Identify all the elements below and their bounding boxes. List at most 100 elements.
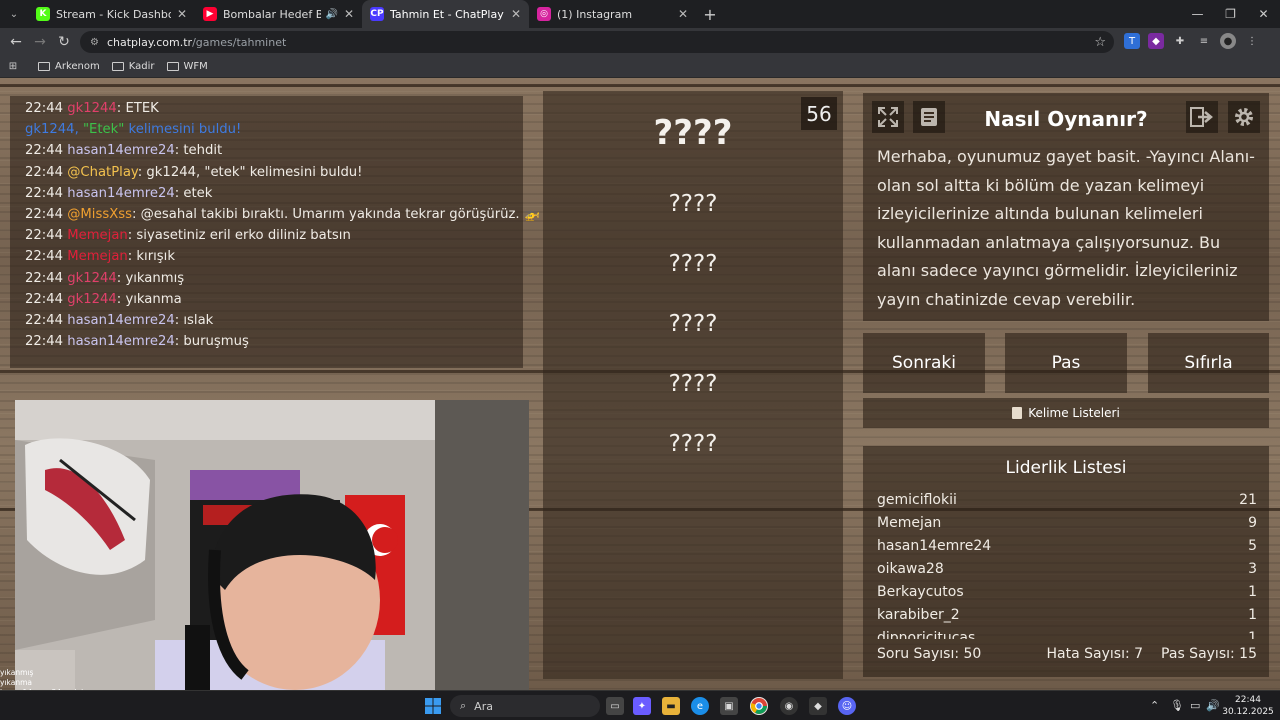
instagram-icon: ◎ [537, 7, 551, 21]
chat-username[interactable]: @MissXss [67, 207, 132, 222]
next-button[interactable]: Sonraki [863, 333, 985, 393]
forward-icon[interactable]: → [28, 34, 52, 50]
tab-search-icon[interactable]: ⌄ [0, 0, 28, 28]
back-icon[interactable]: ← [4, 34, 28, 50]
leaderboard-row: dipnoricitucas 1 [877, 627, 1257, 639]
tab-title: Tahmin Et - ChatPlay [390, 7, 504, 21]
app-icon-2[interactable]: ◆ [809, 697, 827, 715]
tab-audio-icon[interactable]: 🔊 [325, 9, 337, 20]
chat-username[interactable]: gk1244 [67, 101, 117, 116]
system-clock[interactable]: 22:44 30.12.2025 [1222, 694, 1274, 718]
settings-gear-icon[interactable] [1228, 101, 1260, 133]
chrome-icon[interactable] [750, 697, 768, 715]
leaderboard-row: Memejan 9 [877, 512, 1257, 535]
leaderboard-row: hasan14emre24 5 [877, 535, 1257, 558]
network-icon[interactable]: ▭ [1190, 699, 1200, 712]
volume-icon[interactable]: 🔊 [1206, 699, 1220, 712]
chat-message: 22:44 gk1244: yıkanmış [25, 270, 185, 286]
close-tab-icon[interactable]: ✕ [177, 7, 187, 21]
chat-timestamp: 22:44 [25, 249, 64, 265]
minimize-icon[interactable]: — [1181, 7, 1214, 21]
leaderboard-row: karabiber_2 1 [877, 604, 1257, 627]
browser-tab[interactable]: CP Tahmin Et - ChatPlay ✕ [362, 0, 529, 28]
player-score: 5 [1248, 538, 1257, 554]
chat-timestamp: 22:44 [25, 291, 64, 307]
browser-tab[interactable]: K Stream - Kick Dashboard ✕ [28, 0, 195, 28]
extensions-puzzle-icon[interactable]: ✚ [1172, 33, 1188, 49]
chat-message: 22:44 Memejan: siyasetiniz eril erko dil… [25, 228, 351, 244]
address-bar[interactable]: ⚙ chatplay.com.tr /games/tahminet ☆ [80, 31, 1114, 53]
word-lists-button[interactable]: Kelime Listeleri [863, 398, 1269, 428]
chat-message: 22:44 @MissXss: @esahal takibi bıraktı. … [25, 207, 541, 223]
new-tab-button[interactable]: + [696, 5, 724, 24]
edge-icon[interactable]: e [691, 697, 709, 715]
bookmark-folder-wfm[interactable]: WFM [166, 61, 208, 72]
pass-button[interactable]: Pas [1005, 333, 1127, 393]
chat-timestamp: 22:44 [25, 207, 64, 223]
chat-username[interactable]: hasan14emre24 [67, 334, 175, 349]
extension-icon[interactable]: ◆ [1148, 33, 1164, 49]
start-icon[interactable] [424, 697, 442, 715]
reset-button[interactable]: Sıfırla [1148, 333, 1269, 393]
taskbar-search[interactable]: ⌕ Ara [450, 695, 600, 717]
show-hidden-icons[interactable]: ⌃ [1150, 699, 1159, 712]
bookmark-star-icon[interactable]: ☆ [1094, 35, 1106, 50]
chat-message: 22:44 Memejan: kırışık [25, 249, 175, 265]
webcam-image [15, 400, 529, 690]
close-tab-icon[interactable]: ✕ [678, 7, 688, 21]
apps-grid-icon[interactable]: ⊞ [0, 61, 26, 72]
browser-menu-icon[interactable]: ⋮ [1244, 33, 1260, 49]
close-window-icon[interactable]: ✕ [1247, 7, 1280, 21]
chat-username[interactable]: gk1244 [67, 271, 117, 286]
leaderboard-title: Liderlik Listesi [1005, 458, 1127, 478]
overlay-chat-line: yıkanmış [0, 668, 34, 677]
app-icon[interactable]: ◉ [780, 697, 798, 715]
chat-username[interactable]: hasan14emre24 [67, 143, 175, 158]
microphone-icon[interactable]: 🎙 [1170, 699, 1184, 712]
player-score: 1 [1248, 584, 1257, 600]
task-view-icon[interactable]: ▭ [606, 697, 624, 715]
close-tab-icon[interactable]: ✕ [511, 7, 521, 21]
chat-username[interactable]: gk1244, [25, 122, 83, 137]
reload-icon[interactable]: ↻ [52, 34, 76, 50]
tab-title: (1) Instagram [557, 7, 633, 21]
leaderboard-list[interactable]: gemiciflokii 21 Memejan 9 hasan14emre24 5 oika… [877, 489, 1257, 639]
webcam-feed [15, 400, 529, 690]
media-controls-icon[interactable]: ≡ [1196, 33, 1212, 49]
player-name: Berkaycutos [877, 584, 964, 600]
player-name: karabiber_2 [877, 607, 960, 623]
bookmarks-bar: ⊞ Arkenom Kadir WFM [0, 56, 1280, 78]
file-explorer-icon[interactable]: ▬ [662, 697, 680, 715]
youtube-icon: ▶ [203, 7, 217, 21]
translate-extension-icon[interactable]: T [1124, 33, 1140, 49]
game-page: 22:44 gk1244: ETEK gk1244, "Etek" kelimes… [0, 78, 1280, 690]
how-to-play-panel: Nasıl Oynanır? Merhaba, oyunumuz gayet b… [863, 93, 1269, 321]
chat-username[interactable]: @ChatPlay [67, 165, 138, 180]
folder-icon [111, 62, 124, 71]
site-info-icon[interactable]: ⚙ [90, 37, 99, 48]
bookmark-folder-arkenom[interactable]: Arkenom [38, 61, 100, 72]
chat-username[interactable]: gk1244 [67, 292, 117, 307]
discord-icon[interactable]: ☺ [838, 697, 856, 715]
chat-username[interactable]: hasan14emre24 [67, 313, 175, 328]
hidden-words-panel: 56 ???????????????????????? [543, 91, 843, 679]
store-icon[interactable]: ▣ [720, 697, 738, 715]
copilot-icon[interactable]: ✦ [633, 697, 651, 715]
leaderboard-row: Berkaycutos 1 [877, 581, 1257, 604]
profile-avatar[interactable]: ● [1220, 33, 1236, 49]
chat-panel: 22:44 gk1244: ETEK gk1244, "Etek" kelimes… [10, 96, 541, 368]
chat-username[interactable]: hasan14emre24 [67, 186, 175, 201]
close-tab-icon[interactable]: ✕ [344, 7, 354, 21]
restore-icon[interactable]: ❐ [1214, 7, 1247, 21]
folder-icon [38, 62, 50, 71]
bookmark-folder-kadir[interactable]: Kadir [111, 61, 155, 72]
exit-icon[interactable] [1186, 101, 1218, 133]
extensions-area: T ◆ ✚ ≡ ● ⋮ [1124, 33, 1260, 49]
chat-username[interactable]: Memejan [67, 228, 128, 243]
chat-text: yıkanmış [125, 270, 185, 286]
chat-username[interactable]: Memejan [67, 249, 128, 264]
chat-text: ETEK [125, 101, 159, 116]
chatplay-icon: CP [370, 7, 384, 21]
browser-tab[interactable]: ▶ Bombalar Hedef Bulur - You🔊 ✕ [195, 0, 362, 28]
browser-tab[interactable]: ◎ (1) Instagram ✕ [529, 0, 696, 28]
